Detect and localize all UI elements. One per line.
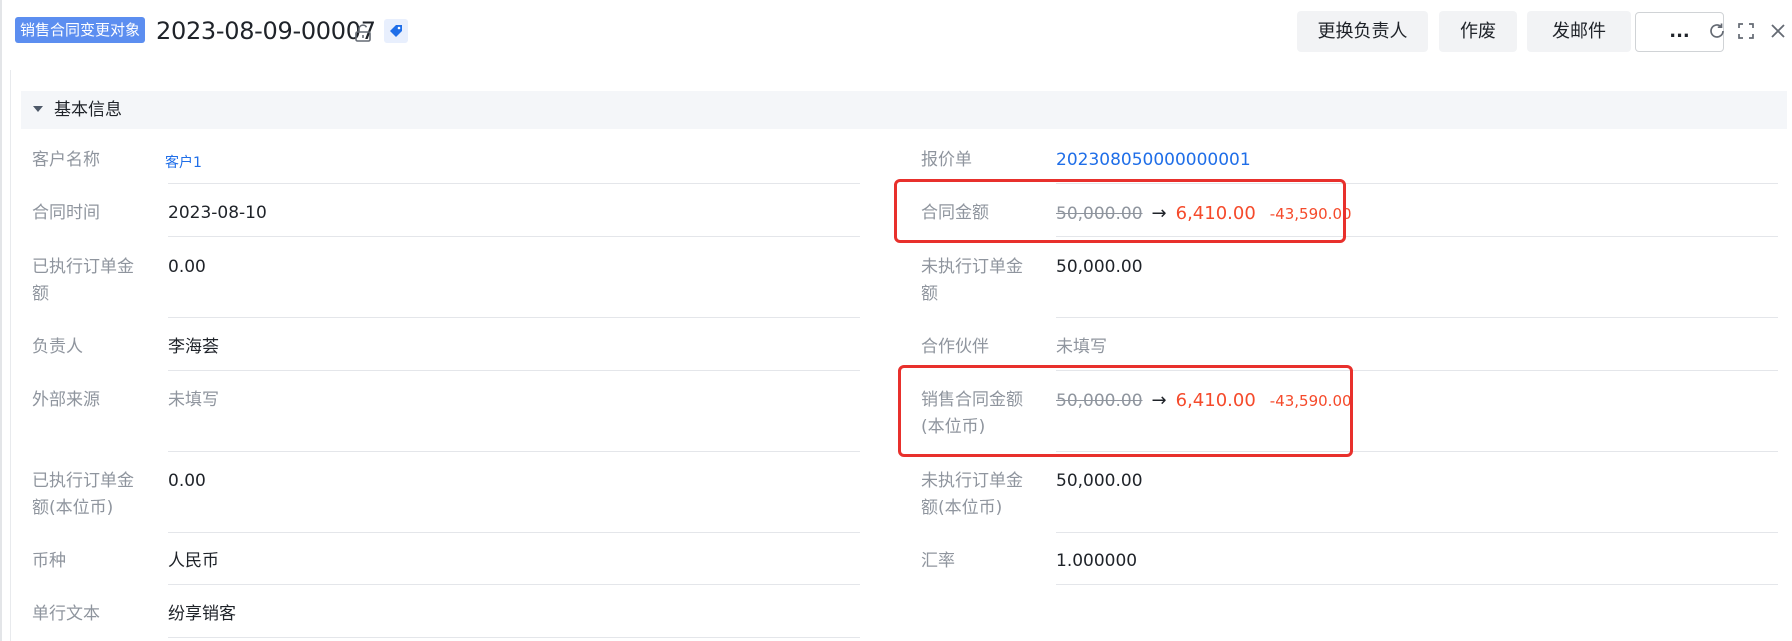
field-label-executed-order-amount-line2: 额 [32, 284, 49, 304]
collapse-caret-icon [33, 106, 43, 112]
field-value-customer-name[interactable]: 客户1 [165, 150, 202, 177]
divider [168, 236, 860, 237]
field-label-currency: 币种 [32, 551, 66, 571]
field-value-contract-date: 2023-08-10 [168, 203, 267, 223]
divider [168, 183, 860, 184]
field-label-single-line-text: 单行文本 [32, 604, 100, 624]
field-label-unexecuted-order-amount-line2: 额 [921, 284, 938, 304]
divider [168, 532, 860, 533]
field-label-exchange-rate: 汇率 [921, 551, 955, 571]
field-label-executed-order-amount-base: 已执行订单金 [32, 471, 134, 491]
field-value-unexecuted-order-amount-base: 50,000.00 [1056, 471, 1143, 491]
send-email-button[interactable]: 发邮件 [1527, 11, 1631, 52]
tag-icon[interactable] [384, 19, 408, 43]
divider [1056, 584, 1778, 585]
window-edge [0, 0, 2, 641]
field-label-executed-order-amount-base-line2: 额(本位币) [32, 498, 114, 518]
field-label-external-source: 外部来源 [32, 390, 100, 410]
detail-header: 销售合同变更对象 2023-08-09-00007 更换负责人 作废 发邮件 .… [0, 0, 1792, 64]
divider [168, 451, 860, 452]
field-label-unexecuted-order-amount-base-line2: 额(本位币) [921, 498, 1003, 518]
divider [1056, 532, 1778, 533]
field-value-exchange-rate: 1.000000 [1056, 551, 1138, 571]
field-value-owner: 李海荟 [168, 337, 219, 357]
refresh-icon[interactable] [1706, 20, 1728, 42]
field-label-quote: 报价单 [921, 150, 972, 170]
content-edge [10, 70, 11, 641]
divider [168, 317, 860, 318]
field-label-customer-name: 客户名称 [32, 150, 100, 170]
field-label-executed-order-amount: 已执行订单金 [32, 257, 134, 277]
field-value-quote-link[interactable]: 202308050000000001 [1056, 147, 1251, 174]
object-type-tag: 销售合同变更对象 [15, 17, 146, 43]
field-label-owner: 负责人 [32, 337, 83, 357]
field-label-unexecuted-order-amount: 未执行订单金 [921, 257, 1023, 277]
void-button[interactable]: 作废 [1439, 11, 1517, 52]
record-title: 2023-08-09-00007 [156, 17, 376, 45]
divider [168, 584, 860, 585]
field-value-partner: 未填写 [1056, 337, 1107, 357]
highlight-box [898, 365, 1353, 457]
section-title: 基本信息 [54, 100, 122, 120]
divider [168, 370, 860, 371]
expand-icon[interactable] [1735, 20, 1757, 42]
lock-open-icon[interactable] [353, 23, 373, 43]
field-label-contract-date: 合同时间 [32, 203, 100, 223]
field-label-unexecuted-order-amount-base: 未执行订单金 [921, 471, 1023, 491]
field-value-executed-order-amount-base: 0.00 [168, 471, 206, 491]
field-value-external-source: 未填写 [168, 390, 219, 410]
change-owner-button[interactable]: 更换负责人 [1297, 11, 1428, 52]
field-value-unexecuted-order-amount: 50,000.00 [1056, 257, 1143, 277]
field-value-currency: 人民币 [168, 551, 219, 571]
field-value-executed-order-amount: 0.00 [168, 257, 206, 277]
section-header-basic-info[interactable]: 基本信息 [21, 91, 1787, 129]
field-value-single-line-text: 纷享销客 [168, 604, 236, 624]
divider [1056, 317, 1778, 318]
field-label-partner: 合作伙伴 [921, 337, 989, 357]
close-icon[interactable] [1767, 20, 1789, 42]
highlight-box [894, 179, 1346, 243]
divider [168, 637, 860, 638]
